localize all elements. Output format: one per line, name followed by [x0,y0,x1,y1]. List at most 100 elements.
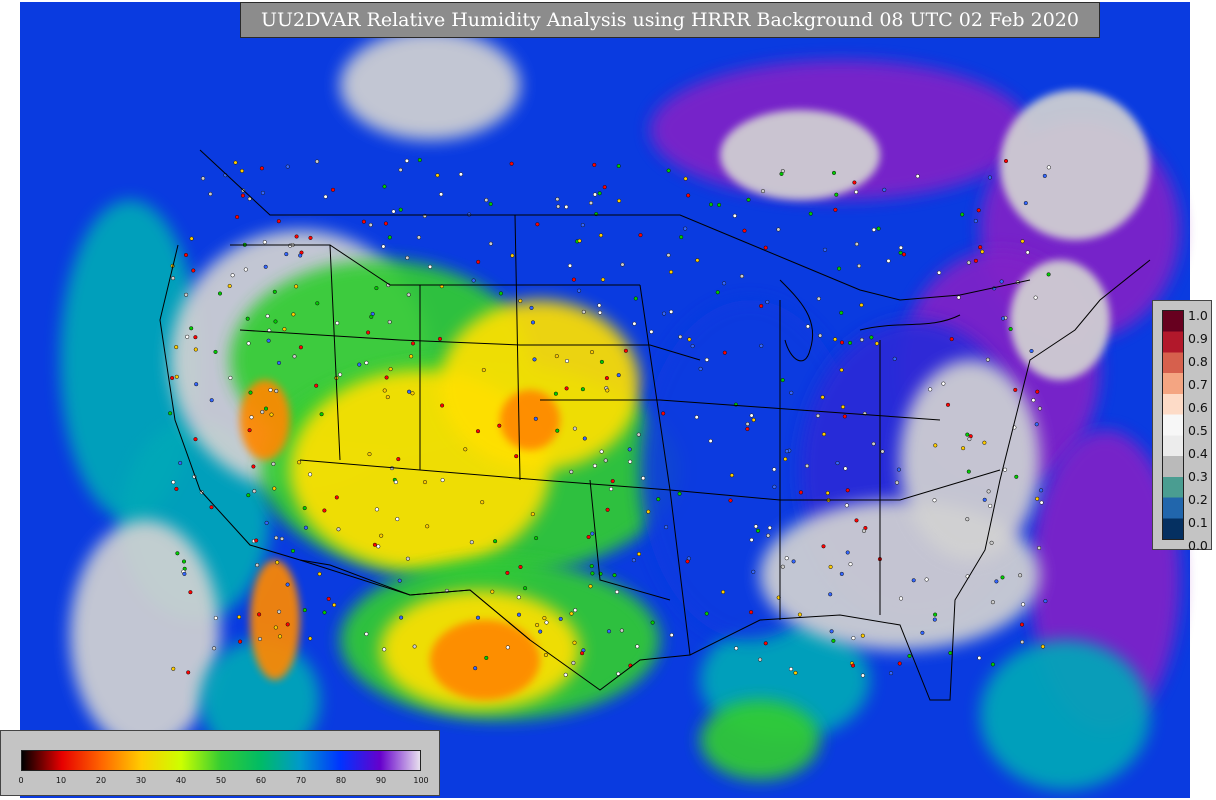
side-colorbar-tick: 0.2 [1188,492,1208,507]
observation-station [582,436,587,441]
observation-station [783,457,788,462]
observation-station [821,432,827,437]
observation-station [282,327,287,332]
observation-station [542,616,547,621]
side-colorbar-tick: 0.7 [1188,377,1208,392]
observation-station [988,503,993,508]
observation-station [780,378,785,383]
observation-station [815,413,821,418]
observation-station [1034,422,1039,427]
observation-station [529,305,534,310]
observation-station [273,625,278,630]
observation-station [920,630,925,635]
observation-station [708,438,713,444]
observation-station [610,479,615,484]
observation-station [538,629,543,634]
observation-station [753,524,758,529]
observation-station [845,488,850,493]
observation-station [555,197,560,202]
observation-station [1018,573,1023,578]
observation-station [898,250,903,255]
observation-station [932,617,937,622]
humidity-map[interactable] [0,0,1216,800]
observation-station [410,341,416,346]
observation-station [475,429,481,434]
observation-station [405,255,410,260]
observation-station [616,163,621,169]
observation-station [516,595,521,600]
observation-station [228,375,233,380]
humidity-region [250,560,300,680]
observation-station [369,314,374,319]
observation-station [586,534,591,540]
observation-station [1020,639,1025,645]
observation-station [965,517,970,522]
observation-station [592,463,597,468]
observation-station [273,319,278,324]
observation-station [843,466,848,471]
observation-station [387,319,392,325]
observation-station [797,612,802,617]
observation-station [259,166,264,171]
observation-station [985,357,990,362]
observation-station [641,476,646,481]
observation-station [235,214,240,220]
observation-station [336,527,341,532]
observation-station [188,590,193,595]
observation-station [367,452,372,457]
observation-station [535,622,540,628]
observation-station [404,158,409,163]
observation-station [564,386,569,391]
observation-station [567,263,573,268]
bottom-colorbar-tick: 40 [175,776,187,785]
observation-station [391,209,396,214]
bottom-colorbar-tick: 20 [95,776,107,785]
observation-station [471,278,476,283]
observation-station [254,538,259,543]
observation-station [323,194,328,199]
humidity-region [1000,90,1150,240]
observation-station [553,391,558,396]
observation-station [854,189,859,195]
observation-station [417,157,422,163]
observation-station [458,172,463,177]
observation-station [874,341,879,346]
observation-station [635,644,640,649]
observation-station [364,360,369,365]
observation-station [798,490,803,495]
humidity-region [980,640,1150,790]
observation-station [854,242,859,247]
observation-station [605,388,610,393]
observation-station [597,303,602,308]
observation-station [609,486,614,492]
observation-station [669,269,674,275]
observation-station [393,480,398,485]
observation-station [828,564,833,569]
observation-station [837,266,842,271]
observation-station [759,303,764,309]
observation-station [383,221,388,226]
observation-station [398,207,403,212]
observation-station [966,260,971,265]
observation-station [308,472,313,477]
observation-station [518,564,523,570]
observation-station [588,584,593,589]
observation-station [789,390,794,395]
observation-station [767,525,772,530]
observation-station [880,449,885,454]
observation-station [636,432,641,437]
observation-station [338,372,343,377]
observation-station [961,446,966,451]
observation-station [897,661,902,666]
observation-station [1040,644,1045,649]
observation-station [571,277,576,282]
observation-station [385,395,390,400]
observation-station [303,525,308,530]
observation-station [960,212,965,217]
observation-station [558,616,563,621]
observation-station [497,423,502,428]
observation-station [1021,602,1026,607]
observation-station [290,548,296,553]
observation-station [277,634,283,639]
observation-station [481,367,486,373]
